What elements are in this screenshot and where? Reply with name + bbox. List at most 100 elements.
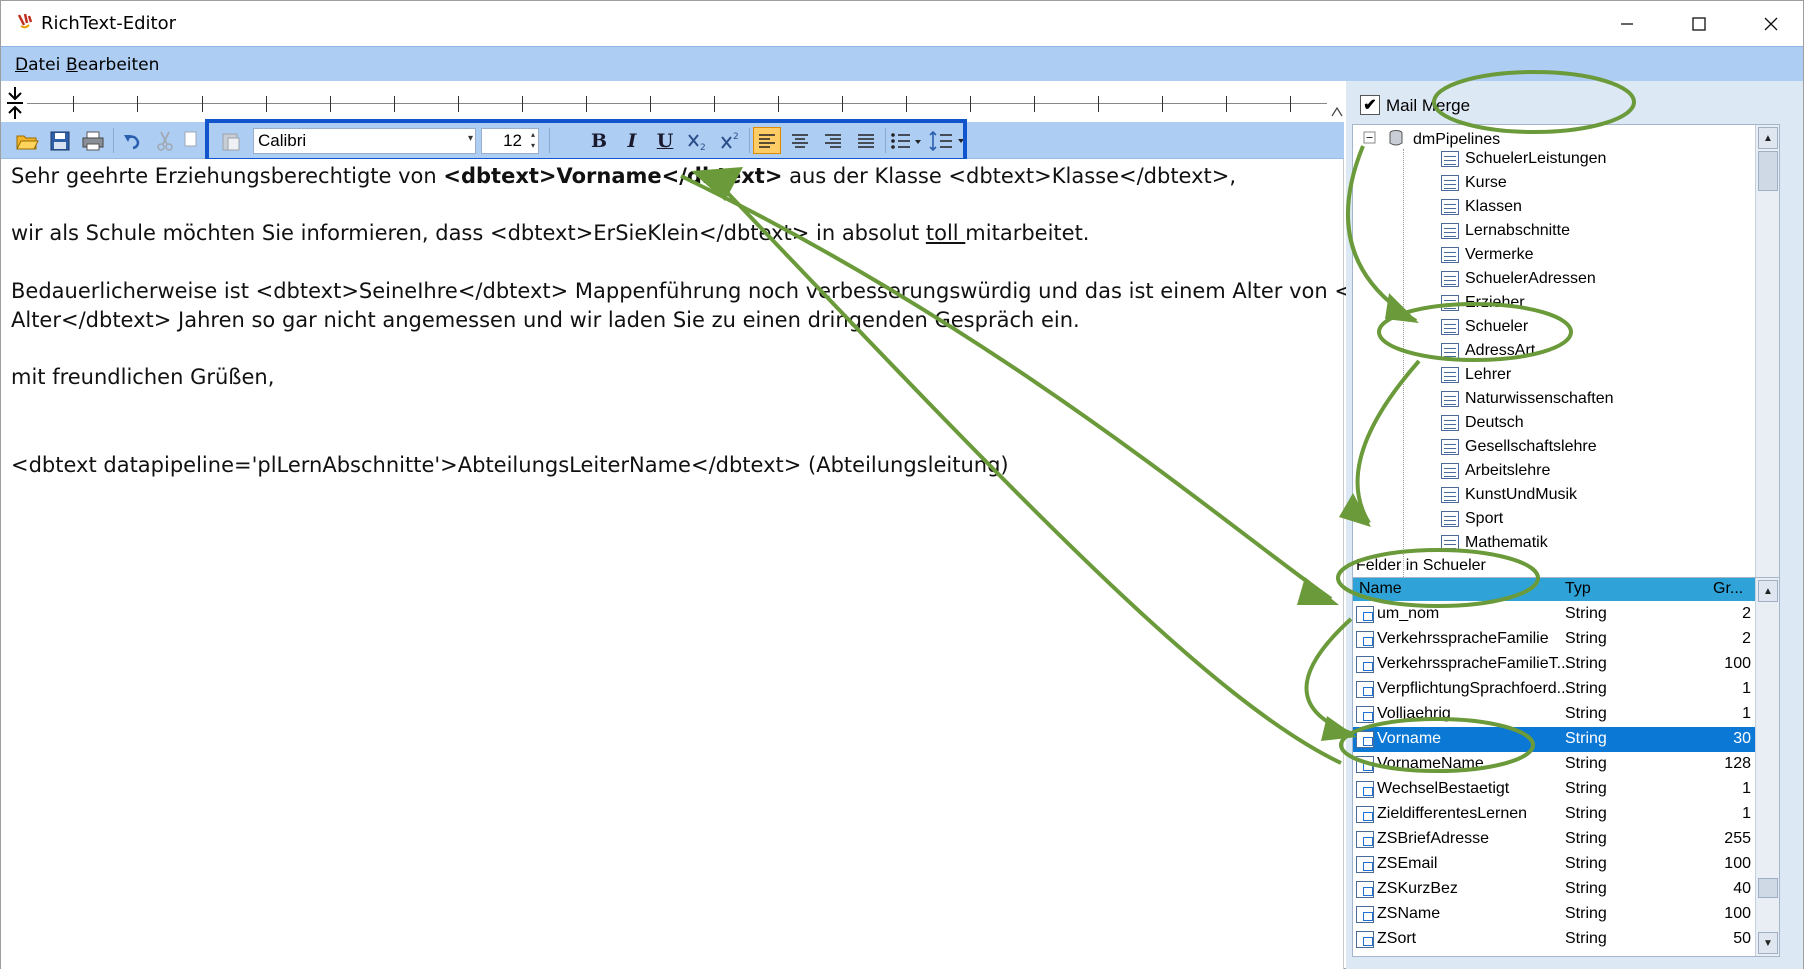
chevron-up-icon: ▲ <box>1763 132 1773 144</box>
ruler-tick <box>778 96 779 112</box>
tree-item[interactable]: AdressArt <box>1353 340 1773 364</box>
tree-item[interactable]: Deutsch <box>1353 412 1773 436</box>
maximize-button[interactable] <box>1663 1 1735 46</box>
tree-item[interactable]: Schueler <box>1353 316 1773 340</box>
tree-item-label: Lernabschnitte <box>1465 222 1570 239</box>
field-name: Volljaehrig <box>1377 705 1451 722</box>
ruler-tick <box>714 96 715 112</box>
field-size: 128 <box>1724 755 1751 772</box>
scroll-thumb[interactable] <box>1758 878 1778 898</box>
margin-marker-icon[interactable] <box>5 85 25 121</box>
maximize-icon <box>1692 16 1706 31</box>
menu-datei[interactable]: Datei <box>15 55 60 75</box>
field-size: 100 <box>1724 655 1751 672</box>
field-icon <box>1356 681 1374 698</box>
tree-item[interactable]: Arbeitslehre <box>1353 460 1773 484</box>
tree-item[interactable]: Vermerke <box>1353 244 1773 268</box>
mail-merge-label[interactable]: Mail Merge <box>1386 96 1470 116</box>
field-row[interactable]: ZieldifferentesLernen String 1 <box>1353 802 1757 827</box>
field-row[interactable]: ZSName String 100 <box>1353 902 1757 927</box>
underlined-text-run: toll <box>925 221 966 245</box>
mail-merge-checkbox[interactable]: ✔ <box>1360 95 1380 115</box>
pipeline-tree[interactable]: dmPipelines SchuelerLeistungen Kurse Klass… <box>1352 124 1780 629</box>
text-run: wir als Schule möchten Sie informieren, … <box>11 221 926 245</box>
ruler-tick <box>266 96 267 112</box>
field-type: String <box>1565 655 1607 672</box>
title-bar: RichText-Editor <box>1 1 1803 46</box>
fields-scrollbar[interactable]: ▲ ▼ <box>1755 578 1779 956</box>
field-row[interactable]: VerkehrsspracheFamilie String 2 <box>1353 627 1757 652</box>
tree-item[interactable]: Kurse <box>1353 172 1773 196</box>
save-button[interactable] <box>46 127 74 154</box>
tree-item[interactable]: Mathematik <box>1353 532 1773 556</box>
scroll-thumb[interactable] <box>1758 151 1778 191</box>
minimize-button[interactable] <box>1591 1 1663 46</box>
ruler-tick <box>394 96 395 112</box>
field-type: String <box>1565 880 1607 897</box>
bold-text-run: <dbtext>Vorname</dbtext> <box>443 164 783 188</box>
column-header-size[interactable]: Gr... <box>1713 580 1743 598</box>
tree-item[interactable]: Lernabschnitte <box>1353 220 1773 244</box>
field-row[interactable]: WechselBestaetigt String 1 <box>1353 777 1757 802</box>
field-row[interactable]: ZSort String 50 <box>1353 927 1757 952</box>
tree-item[interactable]: Sport <box>1353 508 1773 532</box>
field-row[interactable]: um_nom String 2 <box>1353 602 1757 627</box>
field-name: um_nom <box>1377 605 1440 622</box>
tree-item[interactable]: Lehrer <box>1353 364 1773 388</box>
field-name: VerkehrsspracheFamilieT... <box>1377 655 1570 672</box>
tree-item[interactable]: Naturwissenschaften <box>1353 388 1773 412</box>
tree-item[interactable]: SchuelerAdressen <box>1353 268 1773 292</box>
field-row[interactable]: ZSKurzBez String 40 <box>1353 877 1757 902</box>
scroll-up-button[interactable]: ▲ <box>1758 127 1778 149</box>
tree-item[interactable]: KunstUndMusik <box>1353 484 1773 508</box>
tree-item[interactable]: Erzieher <box>1353 292 1773 316</box>
menu-bearbeiten[interactable]: Bearbeiten <box>66 55 159 75</box>
tree-item[interactable]: Gesellschaftslehre <box>1353 436 1773 460</box>
scroll-down-button[interactable]: ▼ <box>1758 932 1778 954</box>
copy-button[interactable] <box>179 127 207 154</box>
tree-item-label: Arbeitslehre <box>1465 462 1551 479</box>
field-row[interactable]: Volljaehrig String 1 <box>1353 702 1757 727</box>
ruler-tick <box>137 96 138 112</box>
cut-button[interactable] <box>151 127 179 154</box>
tree-item[interactable]: SchuelerLeistungen <box>1353 148 1773 172</box>
print-button[interactable] <box>79 127 107 154</box>
ruler-tick <box>650 96 651 112</box>
field-row[interactable]: VornameName String 128 <box>1353 752 1757 777</box>
scroll-up-button[interactable]: ▲ <box>1758 580 1778 602</box>
ruler[interactable] <box>1 81 1344 122</box>
field-row[interactable]: VerkehrsspracheFamilieT... String 100 <box>1353 652 1757 677</box>
field-size: 40 <box>1733 880 1751 897</box>
checkmark-icon: ✔ <box>1363 97 1377 114</box>
close-button[interactable] <box>1735 1 1804 46</box>
app-window: RichText-Editor Datei Bearbeiten Calibri… <box>0 0 1804 969</box>
editor-paragraph: Sehr geehrte Erziehungsberechtigte von <… <box>11 164 1236 188</box>
rich-text-editor[interactable]: Sehr geehrte Erziehungsberechtigte von <… <box>1 159 1438 969</box>
field-row[interactable]: ZSBriefAdresse String 255 <box>1353 827 1757 852</box>
field-name: ZSName <box>1377 905 1441 922</box>
tree-item[interactable]: Klassen <box>1353 196 1773 220</box>
field-type: String <box>1565 630 1607 647</box>
tree-item-label: Erzieher <box>1465 294 1525 311</box>
field-row[interactable]: ZSEmail String 100 <box>1353 852 1757 877</box>
collapse-icon[interactable] <box>1363 131 1377 145</box>
field-name: ZSEmail <box>1377 855 1438 872</box>
field-row[interactable]: VerpflichtungSprachfoerd... String 1 <box>1353 677 1757 702</box>
fields-list[interactable]: Name Typ Gr... um_nom String 2 Verkehrsspra… <box>1352 577 1780 957</box>
field-row[interactable]: Vorname String 30 <box>1353 727 1757 752</box>
column-header-typ[interactable]: Typ <box>1565 580 1591 598</box>
field-name: Vorname <box>1377 730 1442 747</box>
column-header-name[interactable]: Name <box>1359 580 1402 598</box>
right-margin-marker-icon[interactable] <box>1331 105 1343 117</box>
open-button[interactable] <box>13 127 41 154</box>
tree-item-label: SchuelerLeistungen <box>1465 150 1607 167</box>
undo-button[interactable] <box>118 127 146 154</box>
table-icon <box>1441 463 1459 479</box>
field-size: 50 <box>1733 930 1751 947</box>
table-icon <box>1441 439 1459 455</box>
tree-scrollbar[interactable]: ▲ ▼ <box>1755 125 1779 628</box>
field-icon <box>1356 906 1374 923</box>
tree-root[interactable]: dmPipelines <box>1413 131 1500 149</box>
minimize-icon <box>1621 22 1633 25</box>
table-icon <box>1441 151 1459 167</box>
